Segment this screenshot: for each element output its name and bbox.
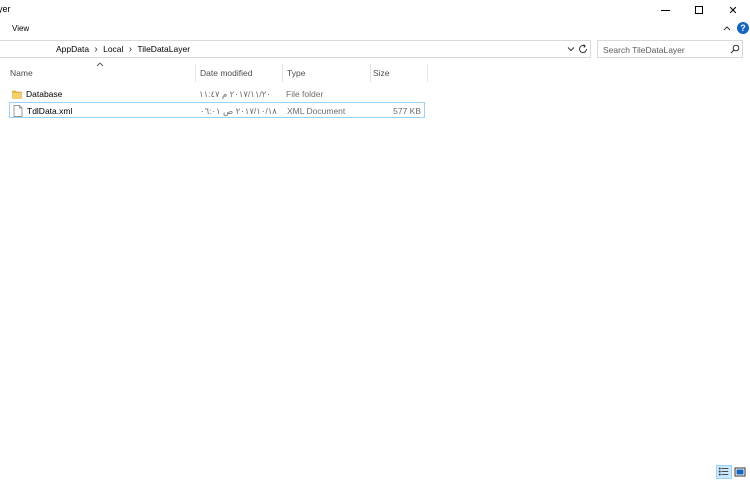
chevron-right-icon[interactable]: › <box>89 44 103 54</box>
maximize-icon <box>695 6 703 14</box>
chevron-up-icon[interactable] <box>721 22 733 34</box>
maximize-button[interactable] <box>682 0 716 20</box>
address-bar[interactable]: AppData › Local › TileDataLayer <box>0 40 591 58</box>
chevron-right-icon[interactable]: › <box>123 44 137 54</box>
search-placeholder: Search TileDataLayer <box>603 45 685 55</box>
column-header-date[interactable]: Date modified <box>196 62 282 82</box>
help-icon[interactable]: ? <box>737 22 749 34</box>
folder-icon <box>12 90 22 99</box>
column-header-name[interactable]: Name <box>6 62 195 82</box>
breadcrumb-item-local[interactable]: Local <box>103 44 123 54</box>
search-icon[interactable] <box>730 44 740 54</box>
file-row[interactable]: Database ٢٠١٧/١١/٢٠ م ١١:٤٧ File folder <box>9 86 425 102</box>
breadcrumb-item-appdata[interactable]: AppData <box>56 44 89 54</box>
column-header-type[interactable]: Type <box>283 62 370 82</box>
file-size: 577 KB <box>393 106 421 116</box>
details-view-button[interactable] <box>716 465 732 479</box>
title-bar: yer ✕ <box>0 0 750 20</box>
column-divider[interactable] <box>427 64 428 82</box>
breadcrumb: AppData › Local › TileDataLayer <box>56 44 190 54</box>
file-type: File folder <box>286 89 324 99</box>
details-view-icon <box>718 467 729 476</box>
search-input[interactable]: Search TileDataLayer <box>597 40 743 58</box>
large-icons-view-icon[interactable] <box>734 466 746 478</box>
ribbon: View <box>0 20 750 37</box>
column-header-size[interactable]: Size <box>369 62 426 82</box>
chevron-down-icon[interactable] <box>566 44 576 54</box>
column-headers: Name Date modified Type Size <box>0 62 430 82</box>
file-icon <box>13 105 23 117</box>
tab-view[interactable]: View <box>12 24 29 33</box>
breadcrumb-item-tiledatalayer[interactable]: TileDataLayer <box>137 44 190 54</box>
file-type: XML Document <box>287 106 346 116</box>
refresh-icon[interactable] <box>577 43 589 55</box>
file-date: ٢٠١٧/١١/٢٠ م ١١:٤٧ <box>199 89 271 99</box>
close-button[interactable]: ✕ <box>716 0 750 20</box>
minimize-button[interactable] <box>648 0 682 20</box>
minimize-icon <box>660 10 670 11</box>
window-title: yer <box>0 4 11 14</box>
file-row-selected[interactable]: TdlData.xml ٢٠١٧/١٠/١٨ ص ٠٦:٠١ XML Docum… <box>9 102 425 118</box>
file-name: TdlData.xml <box>27 106 73 116</box>
file-date: ٢٠١٧/١٠/١٨ ص ٠٦:٠١ <box>200 106 277 116</box>
file-name: Database <box>26 89 63 99</box>
close-icon: ✕ <box>728 4 738 17</box>
